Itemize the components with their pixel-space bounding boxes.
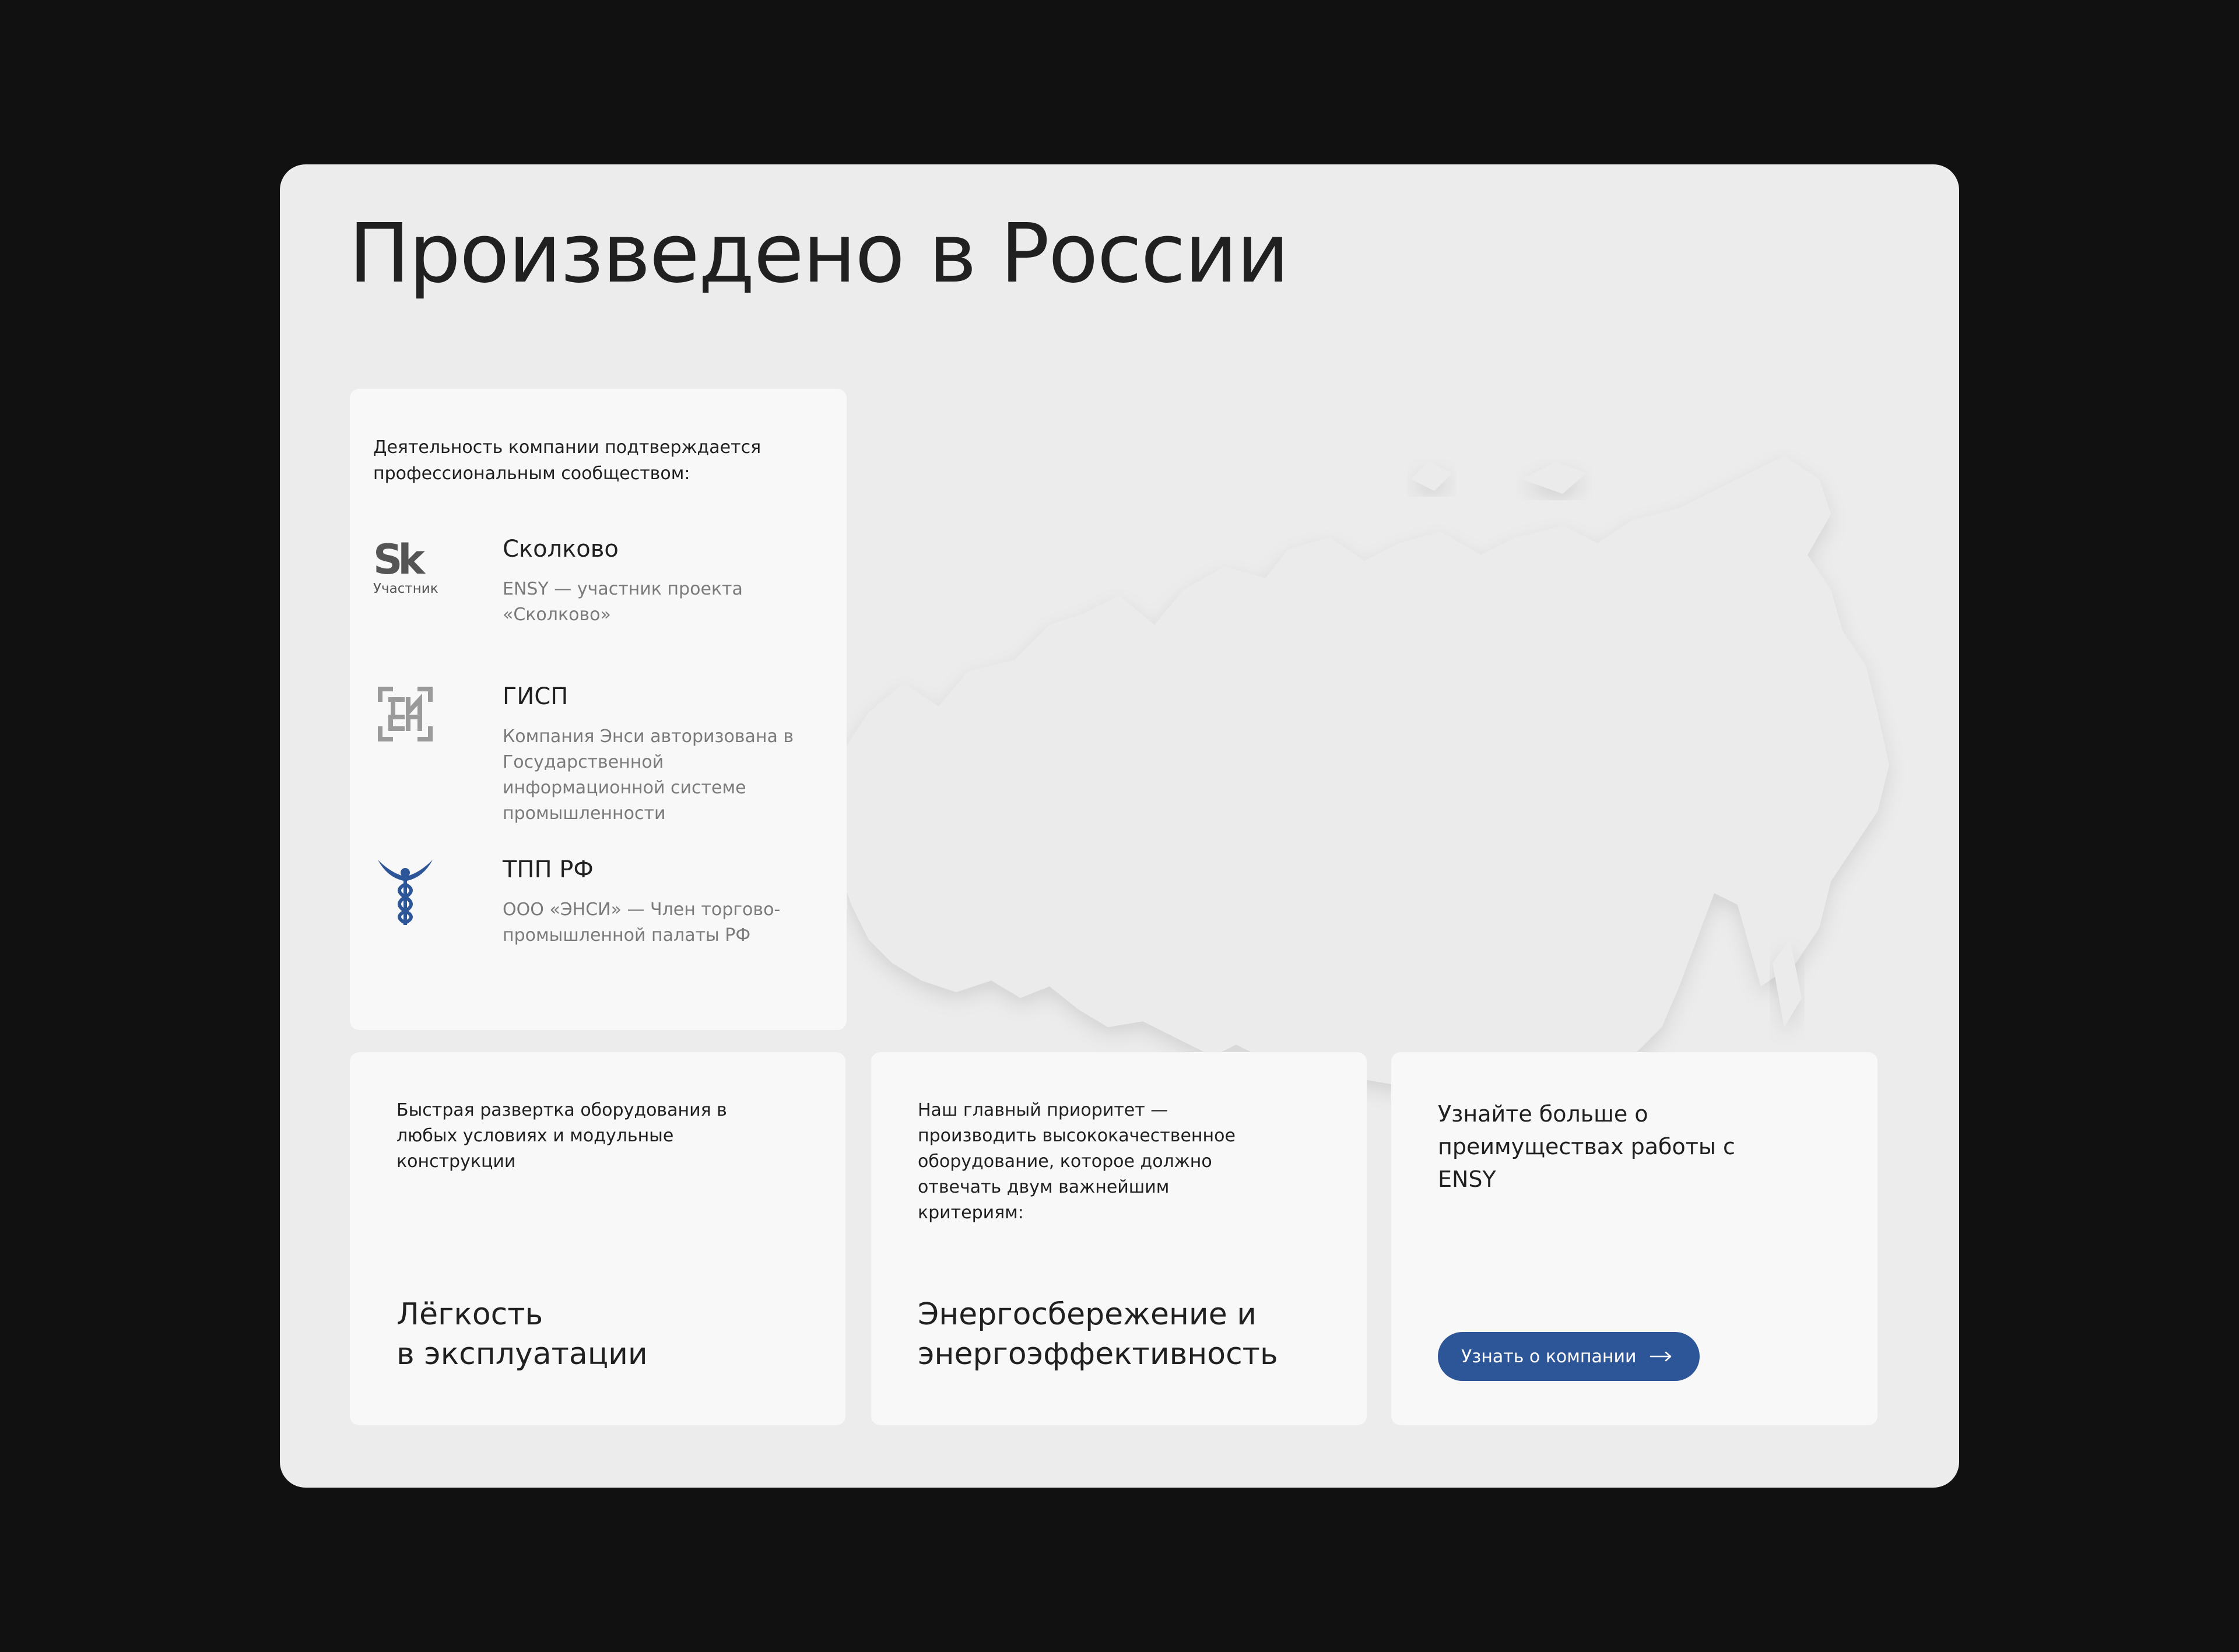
arrow-right-icon (1650, 1351, 1671, 1362)
feature-title: Энергосбережение и энергоэффективность (918, 1297, 1278, 1372)
feature-description: Наш главный приоритет — производить высо… (918, 1100, 1236, 1223)
cert-description: Компания Энси авторизована в Государстве… (503, 726, 794, 824)
feature-card-energy-efficiency: Наш главный приоритет — производить высо… (871, 1052, 1367, 1425)
certifications-card: Деятельность компании подтверждается про… (350, 389, 847, 1030)
feature-card-ease-of-use: Быстрая развертка оборудования в любых у… (350, 1052, 845, 1425)
feature-title: Лёгкость в эксплуатации (396, 1297, 648, 1372)
certifications-intro: Деятельность компании подтверждается про… (373, 437, 761, 484)
cert-name: ТПП РФ (503, 856, 594, 883)
cta-text: Узнайте больше о преимуществах работы с … (1438, 1101, 1735, 1192)
cert-description: ООО «ЭНСИ» — Член торгово-промышленной п… (503, 899, 781, 945)
tpp-caduceus-logo-icon (373, 855, 449, 931)
cta-button-label: Узнать о компании (1461, 1346, 1637, 1367)
learn-about-company-button[interactable]: Узнать о компании (1438, 1332, 1700, 1381)
made-in-russia-section: Произведено в России Деятельность компан… (280, 164, 1959, 1488)
cert-description: ENSY — участник проекта «Сколково» (503, 579, 743, 625)
page-title: Произведено в России (349, 206, 1289, 301)
gisp-logo-icon (373, 682, 449, 758)
feature-description: Быстрая развертка оборудования в любых у… (396, 1100, 727, 1172)
cert-name: Сколково (503, 536, 619, 563)
cta-card: Узнайте больше о преимуществах работы с … (1391, 1052, 1877, 1425)
cert-name: ГИСП (503, 683, 568, 710)
skolkovo-logo-icon: Sk Участник (373, 536, 438, 596)
